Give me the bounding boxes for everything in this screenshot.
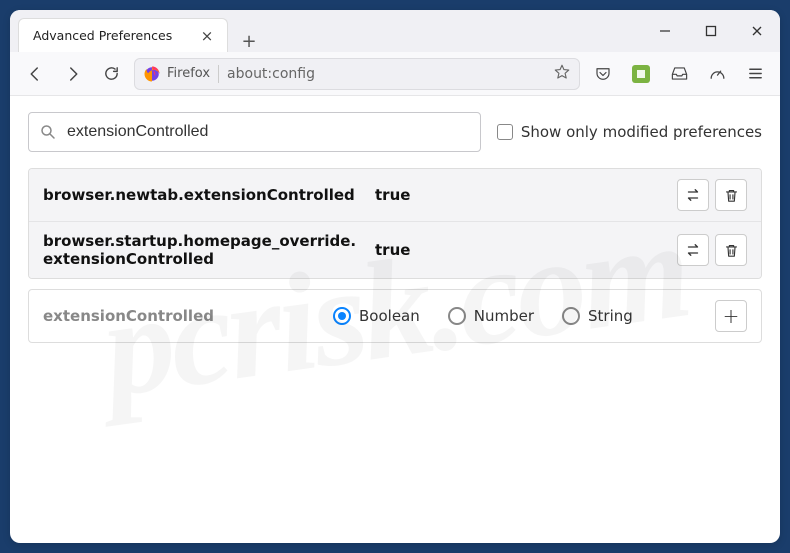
tab-strip: Advanced Preferences × + — [10, 10, 642, 52]
swap-icon — [684, 186, 702, 204]
radio-number[interactable]: Number — [448, 307, 534, 325]
hamburger-icon — [747, 65, 764, 82]
radio-label: Boolean — [359, 307, 420, 325]
gauge-icon — [708, 64, 727, 83]
inbox-button[interactable] — [664, 59, 694, 89]
pref-actions — [677, 179, 747, 211]
pref-value: true — [375, 241, 665, 259]
star-icon — [553, 63, 571, 81]
pref-value: true — [375, 186, 665, 204]
radio-icon — [562, 307, 580, 325]
extension-button[interactable] — [626, 59, 656, 89]
forward-button[interactable] — [58, 59, 88, 89]
new-pref-name: extensionControlled — [43, 307, 323, 325]
checkbox-icon — [497, 124, 513, 140]
app-window: Advanced Preferences × + — [10, 10, 780, 543]
swap-icon — [684, 241, 702, 259]
trash-icon — [723, 242, 740, 259]
tab-title: Advanced Preferences — [33, 28, 172, 43]
reload-icon — [103, 65, 120, 82]
search-row: Show only modified preferences — [28, 112, 762, 152]
radio-icon — [333, 307, 351, 325]
urlbar-identity: Firefox — [143, 65, 219, 83]
inbox-icon — [670, 64, 689, 83]
page-content: Show only modified preferences browser.n… — [10, 96, 780, 543]
back-button[interactable] — [20, 59, 50, 89]
arrow-right-icon — [64, 65, 82, 83]
pref-actions — [677, 234, 747, 266]
type-radio-group: Boolean Number String — [333, 307, 705, 325]
trash-icon — [723, 187, 740, 204]
plus-icon: + — [723, 306, 740, 326]
add-pref-button[interactable]: + — [715, 300, 747, 332]
account-button[interactable] — [702, 59, 732, 89]
radio-label: String — [588, 307, 633, 325]
pref-name: browser.startup.homepage_override.extens… — [43, 232, 363, 268]
delete-button[interactable] — [715, 234, 747, 266]
pref-table: browser.newtab.extensionControlled true … — [28, 168, 762, 279]
search-icon — [39, 123, 57, 141]
radio-label: Number — [474, 307, 534, 325]
minimize-button[interactable] — [642, 10, 688, 52]
firefox-icon — [143, 65, 161, 83]
tab-active[interactable]: Advanced Preferences × — [18, 18, 228, 52]
window-close-button[interactable] — [734, 10, 780, 52]
show-modified-label: Show only modified preferences — [521, 123, 762, 141]
bookmark-star-button[interactable] — [553, 63, 571, 85]
search-box[interactable] — [28, 112, 481, 152]
url-bar[interactable]: Firefox about:config — [134, 58, 580, 90]
toolbar: Firefox about:config — [10, 52, 780, 96]
toggle-button[interactable] — [677, 179, 709, 211]
new-tab-button[interactable]: + — [234, 31, 264, 52]
radio-icon — [448, 307, 466, 325]
app-menu-button[interactable] — [740, 59, 770, 89]
search-input[interactable] — [67, 123, 470, 141]
toggle-button[interactable] — [677, 234, 709, 266]
urlbar-text: about:config — [227, 66, 545, 82]
titlebar: Advanced Preferences × + — [10, 10, 780, 52]
pref-row: browser.newtab.extensionControlled true — [29, 169, 761, 222]
window-controls — [642, 10, 780, 52]
radio-boolean[interactable]: Boolean — [333, 307, 420, 325]
show-modified-checkbox[interactable]: Show only modified preferences — [497, 123, 762, 141]
radio-string[interactable]: String — [562, 307, 633, 325]
pref-row: browser.startup.homepage_override.extens… — [29, 222, 761, 278]
extension-badge-icon — [632, 65, 650, 83]
pocket-icon — [594, 65, 612, 83]
delete-button[interactable] — [715, 179, 747, 211]
reload-button[interactable] — [96, 59, 126, 89]
pref-name: browser.newtab.extensionControlled — [43, 186, 363, 204]
tab-close-button[interactable]: × — [197, 26, 217, 46]
pocket-button[interactable] — [588, 59, 618, 89]
urlbar-identity-label: Firefox — [167, 66, 210, 81]
arrow-left-icon — [26, 65, 44, 83]
maximize-button[interactable] — [688, 10, 734, 52]
new-pref-row: extensionControlled Boolean Number Strin… — [28, 289, 762, 343]
